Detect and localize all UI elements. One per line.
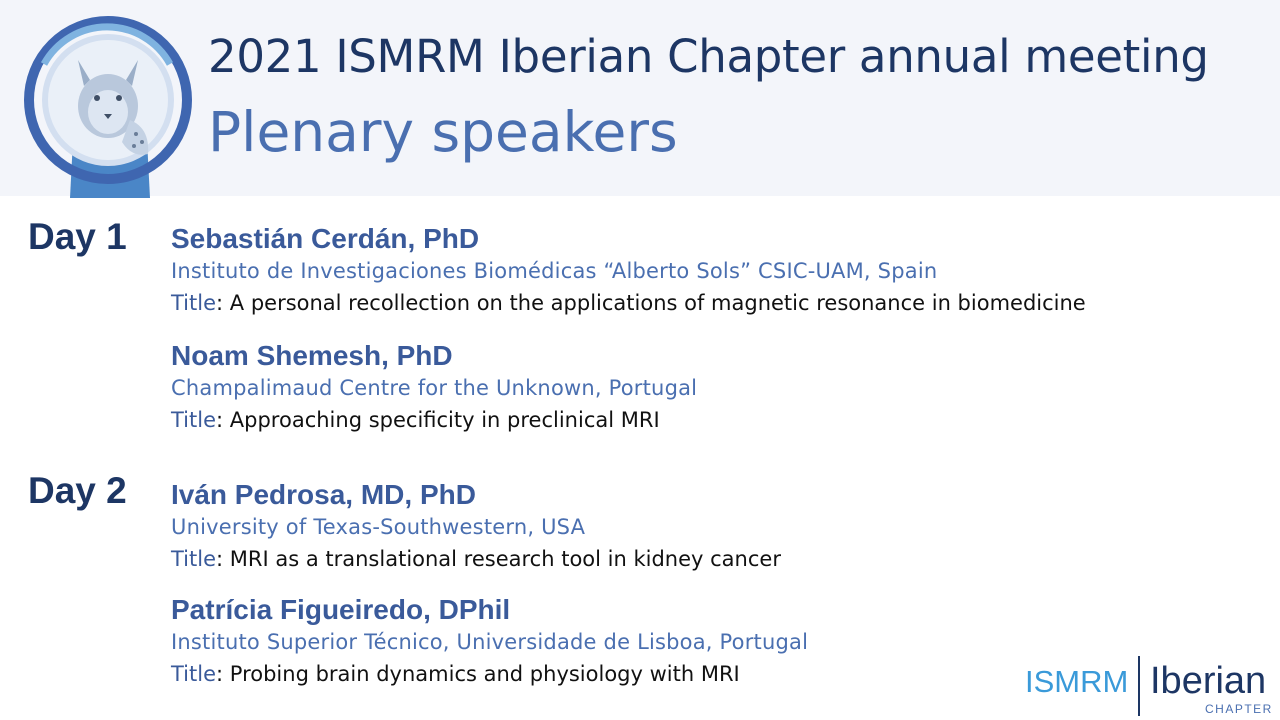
speaker-name: Patrícia Figueiredo, DPhil [171, 594, 511, 625]
speaker-affiliation: Champalimaud Centre for the Unknown, Por… [171, 376, 698, 400]
day-label: Day 1 [28, 216, 127, 257]
speaker-affiliation: Instituto de Investigaciones Biomédicas … [171, 259, 938, 283]
page-title: 2021 ISMRM Iberian Chapter annual meetin… [208, 30, 1209, 83]
talk-title-label: Title [171, 662, 217, 686]
lynx-badge-logo [24, 16, 192, 198]
speaker-name: Noam Shemesh, PhD [171, 340, 453, 371]
talk-title: Approaching specificity in preclinical M… [229, 408, 660, 432]
speaker-name: Sebastián Cerdán, PhD [171, 223, 480, 254]
talk-title-line: Title: Approaching specificity in precli… [171, 408, 660, 432]
speaker-entry: Sebastián Cerdán, PhD Instituto de Inves… [171, 222, 1086, 320]
talk-title: A personal recollection on the applicati… [229, 291, 1086, 315]
header-band: 2021 ISMRM Iberian Chapter annual meetin… [0, 0, 1280, 198]
talk-title-line: Title: A personal recollection on the ap… [171, 291, 1086, 315]
speaker-entry: Patrícia Figueiredo, DPhil Instituto Sup… [171, 593, 808, 691]
talk-title-label: Title [171, 291, 217, 315]
logo-chapter-text: CHAPTER [1205, 702, 1273, 716]
speaker-affiliation: University of Texas-Southwestern, USA [171, 515, 586, 539]
ismrm-iberian-chapter-logo: ISMRM Iberian CHAPTER [1025, 652, 1280, 720]
speaker-entry: Noam Shemesh, PhD Champalimaud Centre fo… [171, 339, 697, 437]
talk-title-label: Title [171, 408, 217, 432]
logo-ismrm-text: ISMRM [1025, 664, 1129, 699]
day-label: Day 2 [28, 470, 127, 511]
page-subtitle: Plenary speakers [208, 100, 678, 164]
logo-iberian-text: Iberian [1150, 660, 1267, 702]
speaker-affiliation: Instituto Superior Técnico, Universidade… [171, 630, 809, 654]
speaker-name: Iván Pedrosa, MD, PhD [171, 479, 476, 510]
talk-title-label: Title [171, 547, 217, 571]
talk-title: MRI as a translational research tool in … [229, 547, 781, 571]
talk-title-line: Title: Probing brain dynamics and physio… [171, 662, 740, 686]
logo-divider [1138, 656, 1140, 716]
talk-title-line: Title: MRI as a translational research t… [171, 547, 781, 571]
speaker-entry: Iván Pedrosa, MD, PhD University of Texa… [171, 478, 781, 576]
talk-title: Probing brain dynamics and physiology wi… [229, 662, 740, 686]
